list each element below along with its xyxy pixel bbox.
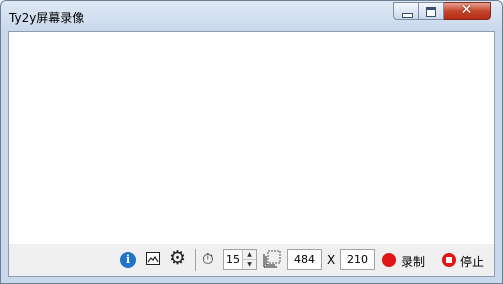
fps-stepper-arrows: ▲ ▼ xyxy=(242,250,256,269)
fps-value[interactable]: 15 xyxy=(226,253,240,266)
minimize-icon xyxy=(402,13,413,18)
stop-label: 停止 xyxy=(460,255,485,269)
minimize-button[interactable] xyxy=(393,2,419,20)
window-title: Ty2y屏幕录像 xyxy=(9,11,85,25)
image-icon[interactable] xyxy=(146,252,160,265)
close-button[interactable]: ✕ xyxy=(444,2,491,20)
app-window: Ty2y屏幕录像 ✕ i ⚙ ⏱ 15 ▲ ▼ 484 X 210 录制 停止 xyxy=(0,0,503,284)
fps-stepper[interactable]: 15 ▲ ▼ xyxy=(223,249,257,270)
maximize-button[interactable] xyxy=(419,2,444,20)
bottom-toolbar: i ⚙ ⏱ 15 ▲ ▼ 484 X 210 录制 停止 xyxy=(9,244,494,276)
stepper-down-icon[interactable]: ▼ xyxy=(243,260,256,269)
capture-area[interactable]: i ⚙ ⏱ 15 ▲ ▼ 484 X 210 录制 停止 xyxy=(8,31,495,277)
resize-icon[interactable] xyxy=(263,250,281,268)
height-input[interactable]: 210 xyxy=(340,249,375,270)
stopwatch-icon: ⏱ xyxy=(202,250,214,268)
stop-icon-square xyxy=(446,257,452,263)
info-icon[interactable]: i xyxy=(120,252,136,268)
maximize-icon xyxy=(426,7,436,17)
dimension-x-label: X xyxy=(327,253,336,267)
gear-icon[interactable]: ⚙ xyxy=(169,248,186,268)
record-label: 录制 xyxy=(401,255,426,269)
width-input[interactable]: 484 xyxy=(287,249,322,270)
image-icon-glyph xyxy=(147,255,159,263)
resize-icon-glyph xyxy=(263,250,281,268)
stop-icon xyxy=(442,253,456,267)
record-icon xyxy=(382,253,396,267)
toolbar-separator xyxy=(195,249,196,271)
stepper-up-icon[interactable]: ▲ xyxy=(243,250,256,260)
title-bar[interactable]: Ty2y屏幕录像 ✕ xyxy=(1,1,502,31)
close-icon: ✕ xyxy=(460,2,473,18)
